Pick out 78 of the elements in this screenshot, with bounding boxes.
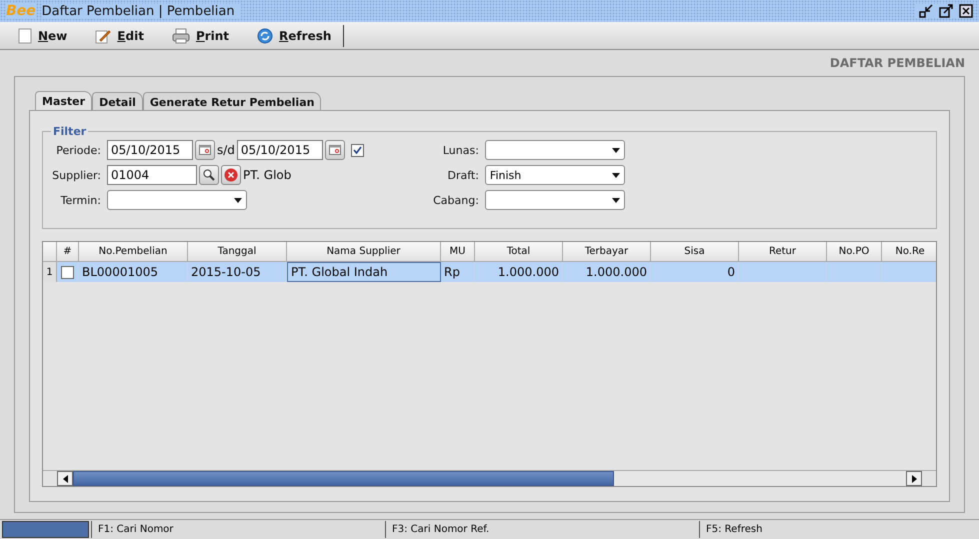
search-icon (203, 169, 215, 181)
pencil-icon (95, 28, 112, 44)
column-header[interactable]: Total (475, 242, 563, 262)
column-header[interactable]: Tanggal (188, 242, 287, 262)
date-field[interactable]: 05/10/2015 (236, 140, 323, 160)
supplier-field[interactable]: 01004 (107, 165, 197, 185)
left-arrow-icon (62, 474, 68, 482)
table-cell: 1.000.000 (475, 262, 563, 282)
toolbar-button[interactable]: New (18, 24, 80, 46)
draft-dropdown[interactable]: Finish (484, 165, 625, 185)
clear-button[interactable] (221, 165, 241, 185)
row-checkbox-cell[interactable] (57, 262, 79, 282)
calendar-icon (199, 145, 211, 155)
table-cell (882, 262, 936, 282)
status-text: F3: Cari Nomor Ref. (385, 521, 697, 538)
clear-icon (224, 168, 238, 182)
column-header[interactable]: MU (441, 242, 475, 262)
lunas-dropdown[interactable] (484, 140, 625, 160)
column-header[interactable]: Retur (739, 242, 827, 262)
maximize-icon[interactable] (939, 4, 953, 18)
field-label: Lunas: (442, 144, 479, 156)
printer-icon (172, 28, 190, 44)
blank-page-icon (18, 28, 32, 44)
toolbar-button[interactable]: Refresh (257, 24, 344, 46)
checkbox[interactable] (61, 266, 74, 278)
checkbox[interactable] (350, 144, 364, 156)
table-cell: Rp (441, 262, 475, 282)
column-header[interactable]: # (57, 242, 79, 262)
table-cell: 1.000.000 (563, 262, 651, 282)
field-label: Termin: (60, 194, 101, 206)
calendar-icon (328, 145, 341, 155)
field-label: Cabang: (432, 194, 479, 206)
table-cell: 0 (651, 262, 739, 282)
toolbar-button[interactable]: Print (172, 24, 242, 46)
caret-icon (234, 198, 242, 202)
column-header[interactable]: Terbayar (563, 242, 651, 262)
search-button[interactable] (199, 165, 219, 185)
field-label: Periode: (55, 144, 101, 156)
column-header[interactable]: No.Pembelian (79, 242, 188, 262)
column-header[interactable]: No.PO (827, 242, 882, 262)
row-number: 1 (43, 262, 57, 282)
caret-icon (612, 172, 620, 178)
window-title: Daftar Pembelian | Pembelian (42, 4, 241, 18)
scroll-left-button[interactable] (57, 471, 73, 486)
termin-dropdown[interactable] (107, 190, 247, 210)
scroll-right-button[interactable] (906, 471, 922, 486)
supplier-name: PT. Glob (243, 168, 292, 182)
right-arrow-icon (912, 474, 916, 482)
column-header[interactable]: No.Re (882, 242, 936, 262)
column-header[interactable]: Sisa (651, 242, 739, 262)
tab[interactable]: Detail (92, 92, 143, 110)
status-text: F5: Refresh (699, 521, 974, 538)
horizontal-scrollbar[interactable] (43, 470, 936, 486)
status-text: F1: Cari Nomor (91, 521, 383, 538)
caret-icon (612, 148, 620, 152)
caret-icon (612, 198, 620, 202)
date-field[interactable]: 05/10/2015 (107, 140, 193, 160)
table-cell: PT. Global Indah (287, 262, 441, 282)
table-cell (827, 262, 882, 282)
cabang-dropdown[interactable] (484, 190, 625, 210)
refresh-icon (257, 28, 274, 44)
toolbar-button[interactable]: Edit (95, 24, 156, 46)
table-cell: BL00001005 (79, 262, 188, 282)
calendar-button[interactable] (324, 140, 345, 160)
corner-header (43, 242, 57, 262)
app-logo: Bee (6, 3, 36, 19)
table-cell: 2015-10-05 (188, 262, 287, 282)
group-title: Filter (52, 125, 88, 138)
page-title: DAFTAR PEMBELIAN (830, 55, 965, 72)
tab[interactable]: Master (35, 91, 92, 111)
close-icon[interactable] (959, 4, 973, 18)
column-header[interactable]: Nama Supplier (287, 242, 441, 262)
field-label: Supplier: (51, 168, 101, 182)
separator-label: s/d (217, 143, 235, 157)
field-label: Draft: (446, 168, 479, 182)
minimize-icon[interactable] (919, 4, 933, 18)
tab[interactable]: Generate Retur Pembelian (142, 92, 322, 110)
calendar-button[interactable] (195, 140, 215, 160)
